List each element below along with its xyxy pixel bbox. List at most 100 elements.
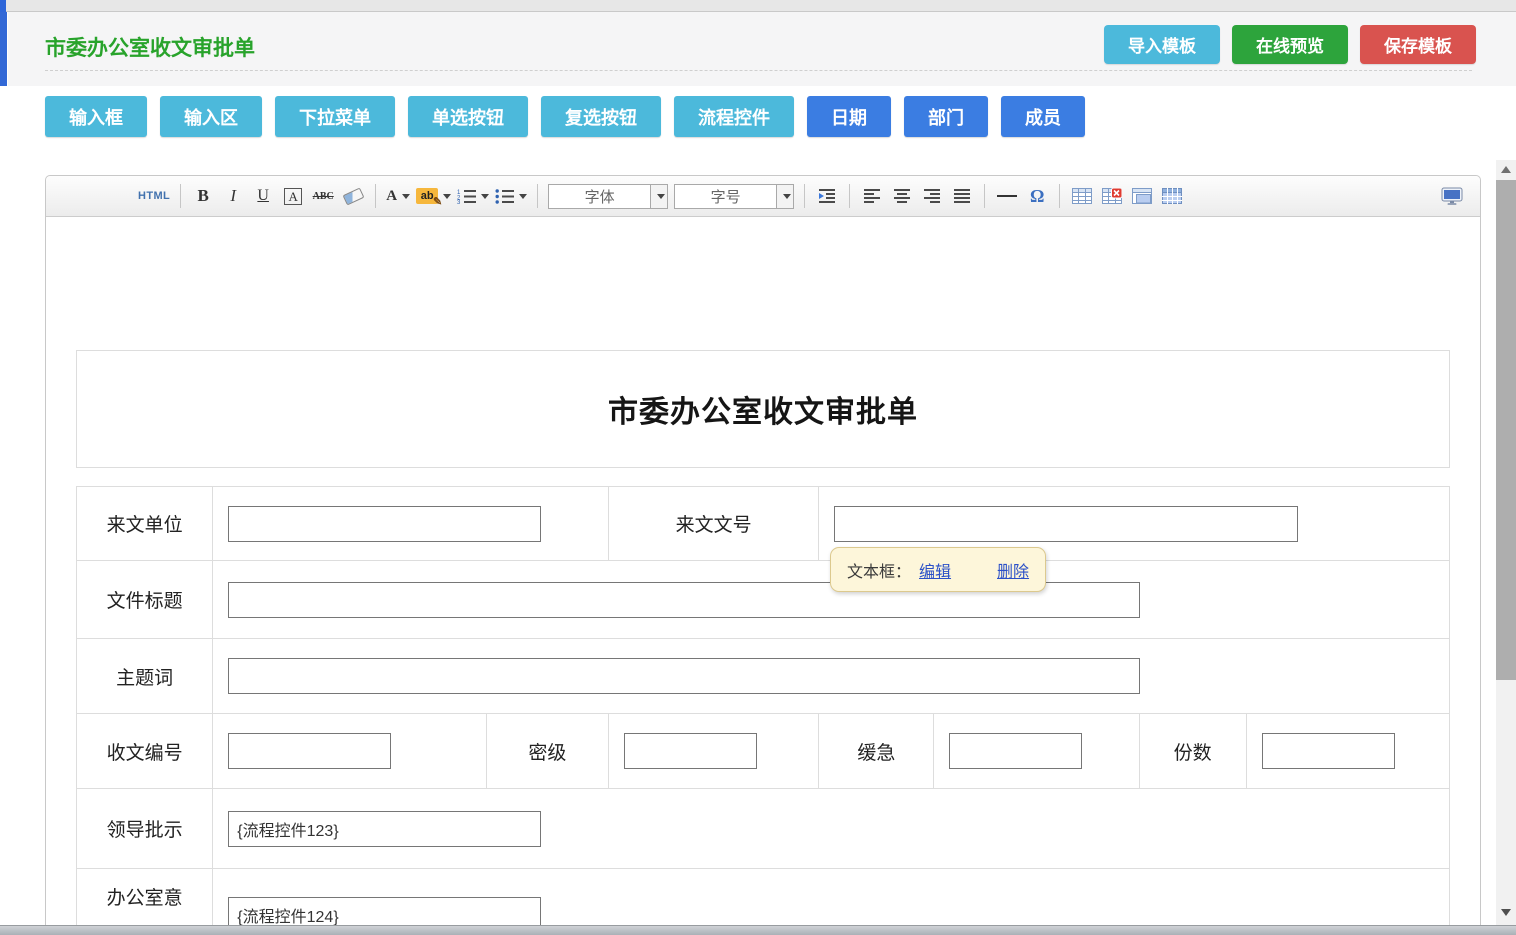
rich-text-editor: HTML B I U A ABC A ab 1 2 3 bbox=[45, 175, 1481, 935]
align-center-icon bbox=[894, 188, 911, 204]
chevron-down-icon bbox=[481, 194, 489, 199]
copies-label: 份数 bbox=[1139, 714, 1246, 789]
window-top-bar bbox=[0, 0, 1516, 12]
highlight-icon: ab bbox=[416, 188, 438, 204]
scrollbar-up-button[interactable] bbox=[1496, 160, 1516, 178]
header-actions: 导入模板 在线预览 保存模板 bbox=[1104, 25, 1476, 64]
bold-button[interactable]: B bbox=[191, 183, 215, 209]
urgency-label: 缓急 bbox=[819, 714, 934, 789]
toolbar-separator bbox=[537, 184, 538, 208]
align-center-button[interactable] bbox=[890, 183, 914, 209]
eraser-icon bbox=[342, 187, 364, 205]
indent-icon bbox=[819, 188, 836, 204]
urgency-input[interactable] bbox=[949, 733, 1082, 769]
subject-words-cell bbox=[213, 639, 1450, 714]
copies-input[interactable] bbox=[1262, 733, 1395, 769]
indent-button[interactable] bbox=[815, 183, 839, 209]
leader-instructions-input[interactable] bbox=[228, 811, 541, 847]
window-bottom-bar bbox=[0, 925, 1516, 935]
palette-department-button[interactable]: 部门 bbox=[904, 96, 988, 137]
font-color-button[interactable]: A bbox=[386, 183, 410, 209]
justify-icon bbox=[954, 188, 971, 204]
receipt-number-input[interactable] bbox=[228, 733, 391, 769]
editor-canvas[interactable]: 市委办公室收文审批单 来文单位 来文文号 文件标题 bbox=[46, 217, 1480, 935]
unordered-list-button[interactable] bbox=[495, 183, 527, 209]
eraser-button[interactable] bbox=[341, 183, 365, 209]
toolbar-separator bbox=[804, 184, 805, 208]
palette-radio-button[interactable]: 单选按钮 bbox=[408, 96, 528, 137]
secrecy-cell bbox=[608, 714, 819, 789]
toolbar-separator bbox=[849, 184, 850, 208]
font-family-select[interactable]: 字体 bbox=[548, 184, 668, 209]
font-frame-button[interactable]: A bbox=[281, 183, 305, 209]
font-family-dropdown-button[interactable] bbox=[650, 185, 667, 208]
ordered-list-button[interactable]: 1 2 3 bbox=[457, 183, 489, 209]
horizontal-rule-icon bbox=[997, 195, 1017, 197]
toolbar-separator bbox=[375, 184, 376, 208]
screen: 市委办公室收文审批单 导入模板 在线预览 保存模板 输入框 输入区 下拉菜单 单… bbox=[0, 0, 1516, 935]
svg-text:3: 3 bbox=[457, 200, 461, 204]
online-preview-button[interactable]: 在线预览 bbox=[1232, 25, 1348, 64]
scrollbar-down-button[interactable] bbox=[1496, 903, 1516, 921]
palette-dropdown-button[interactable]: 下拉菜单 bbox=[275, 96, 395, 137]
delete-table-button[interactable] bbox=[1100, 183, 1124, 209]
document-title: 市委办公室收文审批单 bbox=[76, 350, 1450, 468]
font-size-dropdown-button[interactable] bbox=[776, 185, 793, 208]
insert-table-button[interactable] bbox=[1070, 183, 1094, 209]
table-row: 领导批示 bbox=[77, 789, 1450, 869]
palette-flow-control-button[interactable]: 流程控件 bbox=[674, 96, 794, 137]
palette-input-area-button[interactable]: 输入区 bbox=[160, 96, 262, 137]
font-size-select[interactable]: 字号 bbox=[674, 184, 794, 209]
doc-number-label: 来文文号 bbox=[608, 487, 819, 561]
subject-words-label: 主题词 bbox=[77, 639, 213, 714]
arrow-down-icon bbox=[1501, 909, 1511, 916]
doc-number-input[interactable] bbox=[834, 506, 1298, 542]
receipt-number-cell bbox=[213, 714, 487, 789]
unordered-list-icon bbox=[495, 188, 514, 204]
textbox-tooltip: 文本框： 编辑 删除 bbox=[830, 547, 1046, 592]
source-unit-input[interactable] bbox=[228, 506, 541, 542]
boxed-a-icon: A bbox=[284, 188, 301, 205]
align-right-icon bbox=[924, 188, 941, 204]
html-source-button[interactable]: HTML bbox=[138, 183, 170, 209]
table-row: 来文单位 来文文号 bbox=[77, 487, 1450, 561]
insert-table-icon bbox=[1072, 188, 1092, 204]
page-title: 市委办公室收文审批单 bbox=[45, 32, 255, 62]
italic-button[interactable]: I bbox=[221, 183, 245, 209]
align-left-button[interactable] bbox=[860, 183, 884, 209]
chevron-down-icon bbox=[402, 194, 410, 199]
toolbar-separator bbox=[1059, 184, 1060, 208]
toolbar-separator bbox=[984, 184, 985, 208]
table-row: 文件标题 bbox=[77, 561, 1450, 639]
save-template-button[interactable]: 保存模板 bbox=[1360, 25, 1476, 64]
palette-checkbox-button[interactable]: 复选按钮 bbox=[541, 96, 661, 137]
edit-link[interactable]: 编辑 bbox=[919, 558, 951, 582]
table-properties-button[interactable] bbox=[1130, 183, 1154, 209]
scrollbar-thumb[interactable] bbox=[1496, 180, 1516, 680]
subject-words-input[interactable] bbox=[228, 658, 1140, 694]
toolbar-separator bbox=[180, 184, 181, 208]
strikethrough-button[interactable]: ABC bbox=[311, 183, 335, 209]
palette-date-button[interactable]: 日期 bbox=[807, 96, 891, 137]
chevron-down-icon bbox=[443, 194, 451, 199]
ordered-list-icon: 1 2 3 bbox=[457, 188, 476, 204]
special-char-button[interactable]: Ω bbox=[1025, 183, 1049, 209]
justify-button[interactable] bbox=[950, 183, 974, 209]
scrollbar-track[interactable] bbox=[1496, 160, 1516, 935]
table-row: 收文编号 密级 缓急 份数 bbox=[77, 714, 1450, 789]
palette-input-box-button[interactable]: 输入框 bbox=[45, 96, 147, 137]
cell-grid-button[interactable] bbox=[1160, 183, 1184, 209]
fullscreen-button[interactable] bbox=[1440, 183, 1464, 209]
delete-link[interactable]: 删除 bbox=[997, 558, 1029, 582]
leader-instructions-cell bbox=[213, 789, 1450, 869]
highlight-color-button[interactable]: ab bbox=[416, 183, 451, 209]
receipt-number-label: 收文编号 bbox=[77, 714, 213, 789]
secrecy-input[interactable] bbox=[624, 733, 757, 769]
urgency-cell bbox=[934, 714, 1139, 789]
underline-button[interactable]: U bbox=[251, 183, 275, 209]
horizontal-rule-button[interactable] bbox=[995, 183, 1019, 209]
source-unit-label: 来文单位 bbox=[77, 487, 213, 561]
palette-member-button[interactable]: 成员 bbox=[1001, 96, 1085, 137]
import-template-button[interactable]: 导入模板 bbox=[1104, 25, 1220, 64]
align-right-button[interactable] bbox=[920, 183, 944, 209]
